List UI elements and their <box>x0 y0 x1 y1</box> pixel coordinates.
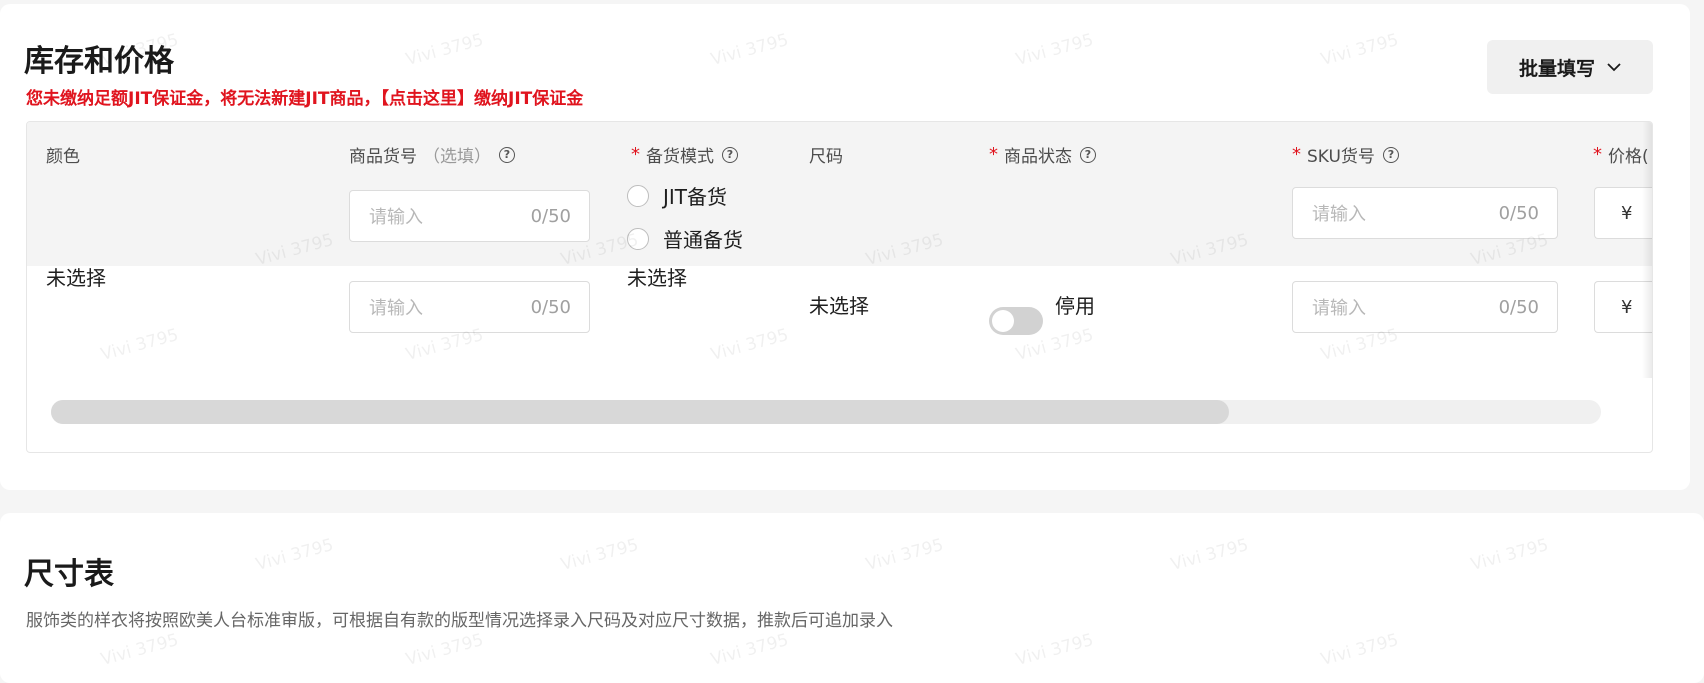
header-item-no: 商品货号 （选填） ? <box>349 142 515 167</box>
row-stock-mode: 未选择 <box>627 266 687 290</box>
radio-button[interactable] <box>627 184 649 207</box>
header-price: * 价格( <box>1593 144 1649 167</box>
size-chart-card <box>0 513 1704 683</box>
char-counter: 0/50 <box>1498 202 1539 224</box>
scroll-shadow <box>1642 122 1652 378</box>
help-icon[interactable]: ? <box>1382 146 1399 163</box>
jit-deposit-warning[interactable]: 您未缴纳足额JIT保证金，将无法新建JIT商品，【点击这里】缴纳JIT保证金 <box>26 84 583 109</box>
header-stock-mode: * 备货模式 ? <box>631 142 738 167</box>
chevron-down-icon <box>1607 62 1621 71</box>
sku-table: 颜色 商品货号 （选填） ? * 备货模式 ? 尺码 * 商品状态 ? * SKU… <box>26 121 1653 453</box>
optional-hint: （选填） <box>423 147 491 167</box>
inventory-title: 库存和价格 <box>24 44 174 79</box>
header-sku: * SKU货号 ? <box>1292 142 1399 167</box>
header-sku-input[interactable]: 请输入 0/50 <box>1292 187 1558 239</box>
row-item-no-input[interactable]: 请输入 0/50 <box>349 281 590 333</box>
status-toggle[interactable] <box>989 307 1043 335</box>
help-icon[interactable]: ? <box>1080 146 1096 163</box>
header-size: 尺码 <box>809 147 843 167</box>
row-size: 未选择 <box>809 294 869 318</box>
radio-button[interactable] <box>627 227 649 250</box>
header-color: 颜色 <box>46 147 80 167</box>
size-chart-description: 服饰类的样衣将按照欧美人台标准审版，可根据自有款的版型情况选择录入尺码及对应尺寸… <box>26 611 893 631</box>
currency-symbol: ¥ <box>1621 296 1633 318</box>
currency-symbol: ¥ <box>1621 202 1633 224</box>
size-chart-title: 尺寸表 <box>24 557 114 592</box>
bulk-fill-button[interactable]: 批量填写 <box>1487 40 1653 94</box>
header-status: * 商品状态 ? <box>989 142 1096 167</box>
char-counter: 0/50 <box>1498 296 1539 318</box>
toggle-knob <box>992 310 1014 332</box>
stock-mode-option-jit[interactable]: JIT备货 <box>627 181 727 210</box>
scrollbar-thumb[interactable] <box>51 400 1229 424</box>
row-sku-input[interactable]: 请输入 0/50 <box>1292 281 1558 333</box>
char-counter: 0/50 <box>530 296 571 318</box>
char-counter: 0/50 <box>530 205 571 227</box>
help-icon[interactable]: ? <box>722 146 738 163</box>
stock-mode-option-normal[interactable]: 普通备货 <box>627 224 743 253</box>
help-icon[interactable]: ? <box>499 146 515 163</box>
required-mark: * <box>1593 144 1602 165</box>
required-mark: * <box>631 144 640 165</box>
required-mark: * <box>1292 144 1301 165</box>
row-color: 未选择 <box>46 266 106 290</box>
status-label: 停用 <box>1055 294 1095 318</box>
required-mark: * <box>989 144 998 165</box>
bulk-fill-label: 批量填写 <box>1518 57 1595 80</box>
header-item-no-input[interactable]: 请输入 0/50 <box>349 190 590 242</box>
horizontal-scrollbar[interactable] <box>51 400 1601 424</box>
